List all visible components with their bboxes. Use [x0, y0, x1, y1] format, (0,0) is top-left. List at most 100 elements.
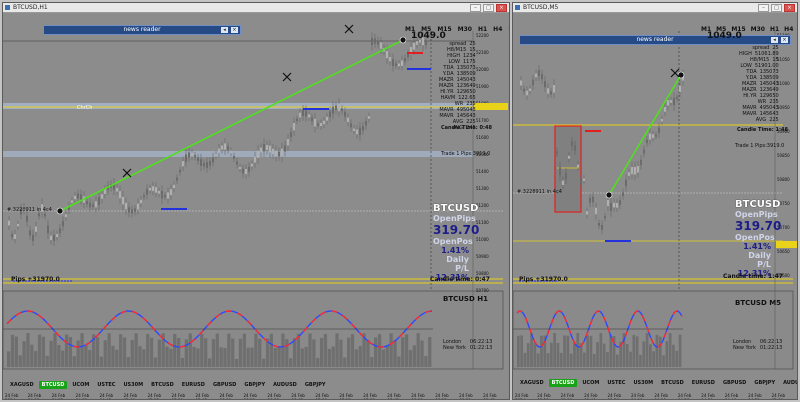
- symbol-tab[interactable]: EURUSD: [179, 381, 208, 389]
- price-tick: 51300: [476, 186, 489, 191]
- minimize-button[interactable]: –: [470, 4, 481, 12]
- candle-body: [197, 157, 199, 162]
- stat-label: MAVR: [742, 111, 757, 117]
- candle-time: Candle time: 1:47: [723, 273, 783, 280]
- symbol-tab[interactable]: GBPUSD: [720, 379, 749, 387]
- tf-m30[interactable]: M30: [458, 26, 472, 33]
- maximize-button[interactable]: □: [771, 4, 782, 12]
- symbol-tab[interactable]: AUDUSD: [270, 381, 300, 389]
- price-tick: 50950: [777, 105, 790, 110]
- volume-bar: [188, 333, 192, 367]
- news-close-button[interactable]: ×: [231, 27, 238, 33]
- time-tick: 24 Feb 08:00: [411, 393, 425, 399]
- tf-d1[interactable]: D1: [508, 26, 509, 33]
- symbol-tab[interactable]: XAGUSD: [517, 379, 547, 387]
- tf-h1[interactable]: H1: [770, 26, 779, 33]
- candle-body: [425, 41, 427, 46]
- maximize-button[interactable]: □: [483, 4, 494, 12]
- volume-bar: [540, 335, 543, 367]
- symbol-tab[interactable]: BTCUSD: [148, 381, 177, 389]
- candle-body: [200, 159, 202, 166]
- tf-h4[interactable]: H4: [493, 26, 502, 33]
- open-pos-value: 1.41%: [441, 246, 469, 255]
- symbol-tab[interactable]: BTCUSD: [548, 379, 578, 387]
- chart-window-h1[interactable]: BTCUSD,H1 – □ × 52200 52100 52000 51900 …: [2, 2, 510, 400]
- volume-bar: [606, 352, 609, 367]
- symbol-tab[interactable]: UCOM: [69, 381, 92, 389]
- trend-anchor[interactable]: [56, 207, 64, 215]
- tf-h4[interactable]: H4: [784, 26, 793, 33]
- volume-bar: [635, 336, 639, 367]
- symbol-tab[interactable]: GBPJPY: [241, 381, 268, 389]
- news-reader-bar[interactable]: news reader ◂ ×: [43, 25, 241, 35]
- tf-m30[interactable]: M30: [751, 26, 765, 33]
- volume-bar: [7, 351, 11, 367]
- news-prev-button[interactable]: ◂: [771, 37, 778, 43]
- symbol-tab[interactable]: UCOM: [579, 379, 602, 387]
- close-button[interactable]: ×: [784, 4, 795, 12]
- trend-anchor[interactable]: [399, 36, 407, 44]
- chart-window-m5[interactable]: BTCUSD,M5 – □ × 51050 51000 50950 50900 …: [512, 2, 798, 400]
- window-titlebar[interactable]: BTCUSD,H1 – □ ×: [3, 3, 509, 13]
- candle-body: [341, 108, 343, 112]
- symbol-tab[interactable]: USTEC: [94, 381, 118, 389]
- price-tick: 50850: [777, 153, 790, 158]
- symbol-tab[interactable]: US30M: [120, 381, 146, 389]
- candle-body: [62, 221, 64, 227]
- stat-label: HAVM: [440, 95, 456, 101]
- symbol-tab[interactable]: GBPJPY: [751, 379, 778, 387]
- symbol-tab[interactable]: BTCUSD: [38, 381, 68, 389]
- candle-body: [137, 203, 139, 210]
- symbol-tab[interactable]: GBPJPY: [302, 381, 329, 389]
- volume-bar: [556, 342, 560, 367]
- trend-anchor[interactable]: [605, 191, 613, 199]
- candle-body: [407, 53, 409, 58]
- symbol-tab[interactable]: BTCUSD: [658, 379, 687, 387]
- close-button[interactable]: ×: [496, 4, 507, 12]
- news-close-button[interactable]: ×: [781, 37, 788, 43]
- volume-bar: [207, 358, 212, 367]
- candle-body: [601, 224, 603, 230]
- trend-anchor[interactable]: [677, 71, 685, 79]
- candle-body: [661, 118, 663, 122]
- volume-bar: [258, 338, 262, 367]
- order-block[interactable]: [554, 125, 582, 213]
- candle-body: [550, 91, 552, 95]
- time-tick: 24 Feb 08:15: [435, 393, 449, 399]
- candle-body: [116, 187, 118, 192]
- symbol-tab[interactable]: AUDUSD: [780, 379, 797, 387]
- candle-body: [161, 191, 163, 199]
- volume-bar: [238, 338, 243, 367]
- window-titlebar[interactable]: BTCUSD,M5 – □ ×: [513, 3, 797, 13]
- news-reader-bar[interactable]: news reader ◂ ×: [519, 35, 791, 45]
- volume-bar: [10, 334, 15, 367]
- volume-bar: [119, 334, 123, 367]
- volume-bar: [343, 357, 347, 367]
- candle-body: [637, 166, 639, 173]
- trend-line[interactable]: [608, 74, 682, 196]
- candle-body: [35, 226, 37, 232]
- minimize-button[interactable]: –: [758, 4, 769, 12]
- symbol-tab[interactable]: EURUSD: [689, 379, 718, 387]
- candle-body: [11, 234, 13, 237]
- tf-h1[interactable]: H1: [478, 26, 487, 33]
- symbol-tab[interactable]: US30M: [630, 379, 656, 387]
- volume-bar: [649, 344, 652, 367]
- symbol-tab[interactable]: USTEC: [604, 379, 628, 387]
- symbol-tab[interactable]: GBPUSD: [210, 381, 239, 389]
- volume-bar: [242, 333, 246, 367]
- volume-bar: [169, 348, 173, 367]
- symbol-summary: BTCUSD OpenPips 319.70 OpenPos 1.41% Dai…: [433, 203, 479, 282]
- price-chart[interactable]: 5220052100520005190051800517005160051500…: [3, 13, 509, 399]
- candle-body: [368, 116, 370, 119]
- volume-bar: [80, 333, 84, 367]
- volume-bar: [602, 343, 606, 367]
- news-prev-button[interactable]: ◂: [221, 27, 228, 33]
- candle-body: [257, 150, 259, 159]
- price-chart[interactable]: 5110051050510005095050900508505080050750…: [513, 13, 797, 399]
- volume-bar: [347, 337, 351, 367]
- volume-bar: [134, 333, 138, 367]
- candle-body: [670, 100, 672, 103]
- symbol-tab[interactable]: XAGUSD: [7, 381, 37, 389]
- volume-bar: [658, 336, 662, 367]
